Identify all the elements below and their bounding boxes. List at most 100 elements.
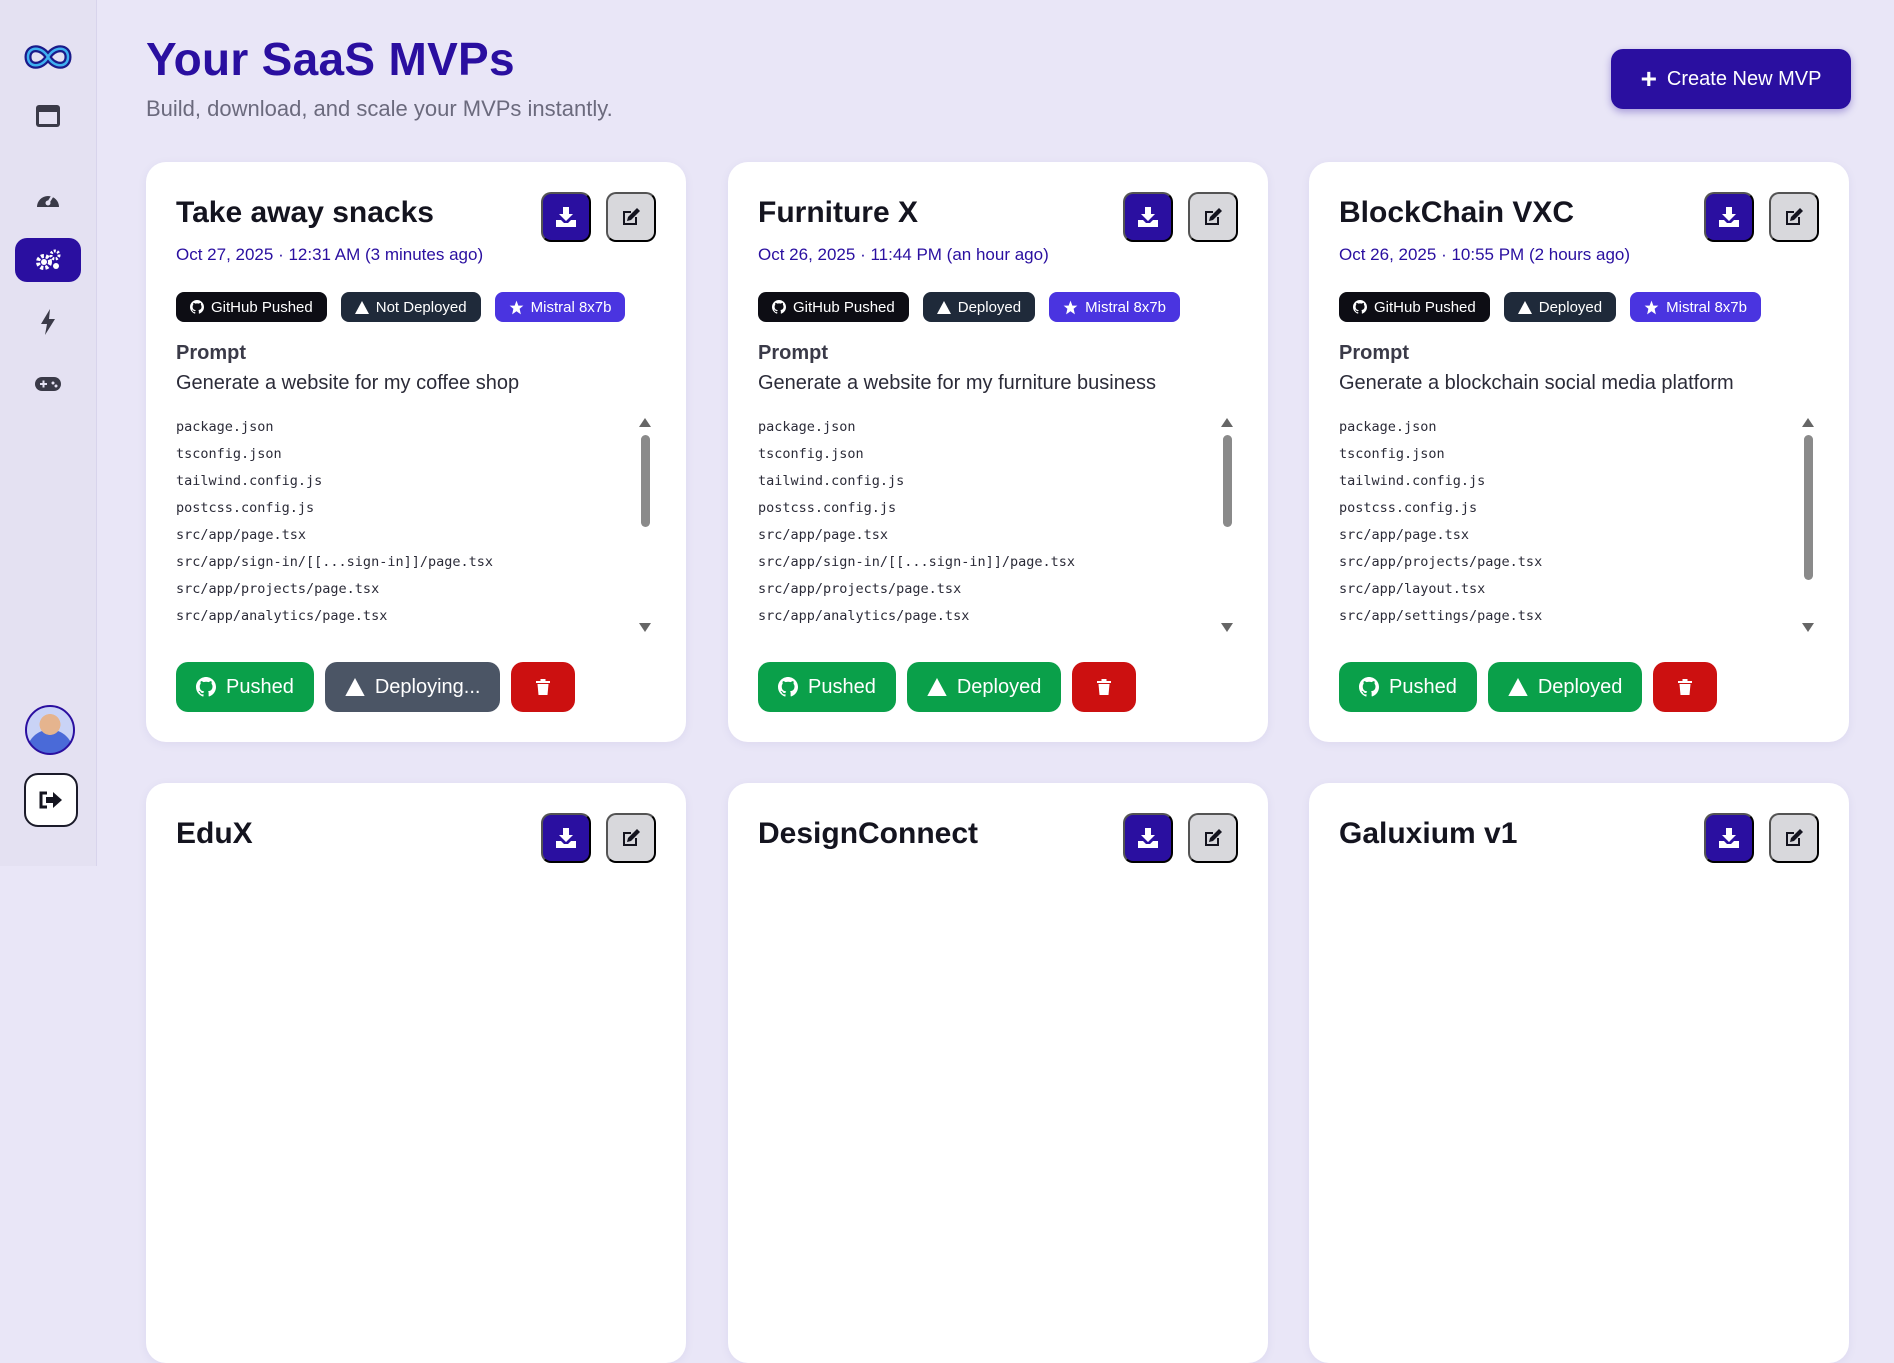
edit-button[interactable]: [1769, 813, 1819, 863]
deploy-status-label: Deployed: [957, 298, 1022, 316]
file-list[interactable]: package.json tsconfig.json tailwind.config…: [758, 414, 1238, 626]
file-item[interactable]: src/app/page.tsx: [758, 522, 1238, 549]
scroll-down-icon[interactable]: [1221, 623, 1233, 632]
github-push-button[interactable]: Pushed: [758, 662, 896, 712]
file-item[interactable]: src/app/page.tsx: [1339, 522, 1819, 549]
card-title: Take away snacks: [176, 196, 434, 229]
edit-button[interactable]: [606, 813, 656, 863]
mvp-card: DesignConnect: [728, 783, 1268, 1363]
file-item[interactable]: src/app/analytics/page.tsx: [176, 603, 656, 626]
file-item[interactable]: postcss.config.js: [1339, 495, 1819, 522]
create-new-mvp-label: Create New MVP: [1666, 67, 1822, 90]
file-item[interactable]: tsconfig.json: [176, 441, 656, 468]
logout-button[interactable]: [24, 773, 78, 827]
card-date: Oct 26, 2025 · 10:55 PM (2 hours ago): [1339, 245, 1631, 264]
triangle-icon: [1508, 678, 1528, 696]
file-item[interactable]: src/app/settings/page.tsx: [1339, 603, 1819, 626]
edit-button[interactable]: [1188, 192, 1238, 242]
file-list-scrollbar[interactable]: [638, 418, 652, 632]
gauge-icon: [37, 194, 59, 207]
push-label: Pushed: [808, 675, 876, 698]
sidebar-item-settings[interactable]: [15, 238, 81, 282]
file-list[interactable]: package.json tsconfig.json tailwind.config…: [176, 414, 656, 626]
scroll-thumb[interactable]: [1223, 435, 1232, 527]
file-item[interactable]: postcss.config.js: [758, 495, 1238, 522]
download-button[interactable]: [541, 813, 591, 863]
file-list-scrollbar[interactable]: [1220, 418, 1234, 632]
download-icon: [556, 828, 576, 848]
scroll-thumb[interactable]: [641, 435, 650, 527]
download-button[interactable]: [1123, 813, 1173, 863]
file-item[interactable]: src/app/analytics/page.tsx: [758, 603, 1238, 626]
deploy-status-badge: Not Deployed: [340, 292, 481, 322]
delete-button[interactable]: [1653, 662, 1718, 712]
file-item[interactable]: src/app/sign-in/[[...sign-in]]/page.tsx: [758, 549, 1238, 576]
sidebar-item-dashboard[interactable]: [15, 94, 81, 138]
sidebar: [0, 0, 97, 866]
page-title: Your SaaS MVPs: [146, 33, 515, 85]
download-button[interactable]: [1704, 813, 1754, 863]
sidebar-item-games[interactable]: [15, 362, 81, 406]
file-item[interactable]: src/app/projects/page.tsx: [176, 576, 656, 603]
edit-button[interactable]: [1769, 192, 1819, 242]
create-new-mvp-button[interactable]: + Create New MVP: [1611, 49, 1851, 109]
file-item[interactable]: package.json: [176, 414, 656, 441]
avatar[interactable]: [25, 705, 75, 755]
github-status-badge: GitHub Pushed: [1339, 292, 1490, 322]
file-item[interactable]: package.json: [758, 414, 1238, 441]
deploy-button[interactable]: Deployed: [906, 662, 1062, 712]
file-item[interactable]: postcss.config.js: [176, 495, 656, 522]
prompt-label: Prompt: [176, 342, 246, 364]
file-item[interactable]: src/app/page.tsx: [176, 522, 656, 549]
sidebar-item-gauge[interactable]: [15, 176, 81, 220]
delete-button[interactable]: [1072, 662, 1137, 712]
edit-button[interactable]: [606, 192, 656, 242]
badge-row: GitHub Pushed Not Deployed Mistral 8x7b: [176, 292, 626, 322]
sidebar-item-lightning[interactable]: [15, 300, 81, 344]
scroll-thumb[interactable]: [1804, 435, 1813, 580]
file-item[interactable]: tsconfig.json: [1339, 441, 1819, 468]
file-item[interactable]: src/app/sign-in/[[...sign-in]]/page.tsx: [176, 549, 656, 576]
download-button[interactable]: [1704, 192, 1754, 242]
triangle-icon: [354, 300, 369, 314]
file-item[interactable]: tailwind.config.js: [758, 468, 1238, 495]
file-list-scrollbar[interactable]: [1801, 418, 1815, 632]
plus-icon: +: [1640, 63, 1657, 94]
card-date: Oct 27, 2025 · 12:31 AM (3 minutes ago): [176, 245, 484, 264]
edit-button[interactable]: [1188, 813, 1238, 863]
scroll-down-icon[interactable]: [639, 623, 651, 632]
scroll-up-icon[interactable]: [639, 418, 651, 427]
prompt-text: Generate a blockchain social media platf…: [1339, 372, 1734, 394]
card-title: EduX: [176, 817, 253, 850]
mvp-card: Galuxium v1: [1309, 783, 1849, 1363]
file-item[interactable]: tailwind.config.js: [1339, 468, 1819, 495]
card-actions: Pushed Deployed: [758, 662, 1137, 712]
github-status-badge: GitHub Pushed: [176, 292, 327, 322]
scroll-up-icon[interactable]: [1221, 418, 1233, 427]
download-icon: [556, 207, 576, 227]
infinity-logo-icon[interactable]: [22, 40, 74, 79]
download-button[interactable]: [1123, 192, 1173, 242]
mvp-card: EduX: [146, 783, 686, 1363]
github-status-label: GitHub Pushed: [1374, 298, 1476, 316]
file-list[interactable]: package.json tsconfig.json tailwind.config…: [1339, 414, 1819, 626]
push-label: Pushed: [1389, 675, 1457, 698]
file-item[interactable]: tsconfig.json: [758, 441, 1238, 468]
file-item[interactable]: src/app/projects/page.tsx: [758, 576, 1238, 603]
delete-button[interactable]: [511, 662, 576, 712]
github-push-button[interactable]: Pushed: [1339, 662, 1477, 712]
edit-icon: [1205, 829, 1222, 846]
deploy-button[interactable]: Deployed: [1487, 662, 1643, 712]
github-push-button[interactable]: Pushed: [176, 662, 314, 712]
github-status-label: GitHub Pushed: [793, 298, 895, 316]
file-item[interactable]: src/app/projects/page.tsx: [1339, 549, 1819, 576]
download-button[interactable]: [541, 192, 591, 242]
scroll-up-icon[interactable]: [1802, 418, 1814, 427]
scroll-down-icon[interactable]: [1802, 623, 1814, 632]
file-item[interactable]: tailwind.config.js: [176, 468, 656, 495]
file-item[interactable]: package.json: [1339, 414, 1819, 441]
triangle-icon: [927, 678, 947, 696]
file-item[interactable]: src/app/layout.tsx: [1339, 576, 1819, 603]
deploy-button[interactable]: Deploying...: [324, 662, 501, 712]
card-actions: Pushed Deploying...: [176, 662, 576, 712]
